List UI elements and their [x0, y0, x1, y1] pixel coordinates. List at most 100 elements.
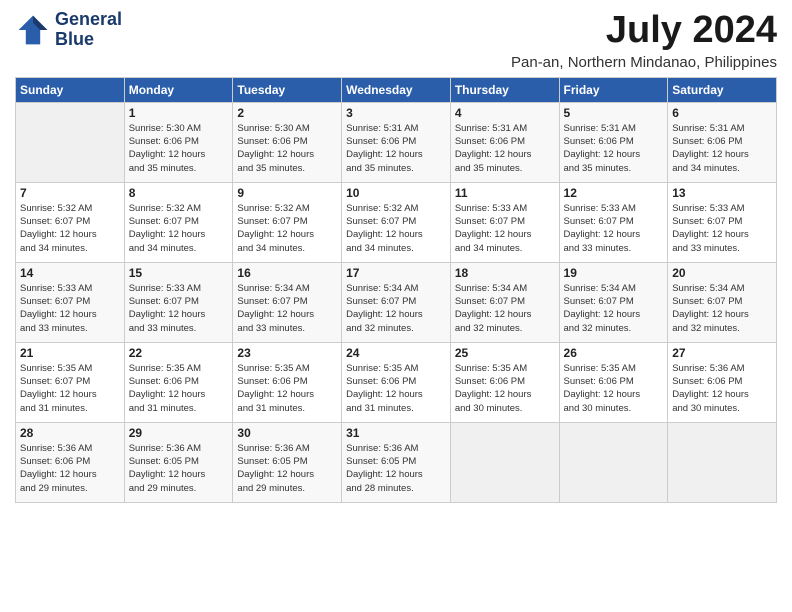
calendar-cell: 10Sunrise: 5:32 AM Sunset: 6:07 PM Dayli… — [342, 182, 451, 262]
day-number: 9 — [237, 186, 337, 200]
calendar-table: SundayMondayTuesdayWednesdayThursdayFrid… — [15, 77, 777, 503]
logo-icon — [15, 12, 51, 48]
calendar-cell: 4 Sunrise: 5:31 AM Sunset: 6:06 PM Daylig… — [450, 102, 559, 182]
day-number: 22 — [129, 346, 229, 360]
calendar-cell: 13 Sunrise: 5:33 AM Sunset: 6:07 PM Dayli… — [668, 182, 777, 262]
calendar-cell: 17 Sunrise: 5:34 AM Sunset: 6:07 PM Dayli… — [342, 262, 451, 342]
day-number: 17 — [346, 266, 446, 280]
day-number: 7 — [20, 186, 120, 200]
title-block: July 2024 Pan-an, Northern Mindanao, Phi… — [511, 10, 777, 71]
cell-sun-info: Sunrise: 5:32 AM Sunset: 6:07 PM Dayligh… — [237, 202, 337, 255]
cell-sun-info: Sunrise: 5:31 AM Sunset: 6:06 PM Dayligh… — [672, 122, 772, 175]
cell-sun-info: Sunrise: 5:36 AM Sunset: 6:05 PM Dayligh… — [237, 442, 337, 495]
cell-sun-info: Sunrise: 5:31 AM Sunset: 6:06 PM Dayligh… — [564, 122, 664, 175]
cell-sun-info: Sunrise: 5:35 AM Sunset: 6:06 PM Dayligh… — [237, 362, 337, 415]
calendar-cell: 26Sunrise: 5:35 AM Sunset: 6:06 PM Dayli… — [559, 342, 668, 422]
calendar-cell: 1Sunrise: 5:30 AM Sunset: 6:06 PM Daylig… — [124, 102, 233, 182]
calendar-cell: 18 Sunrise: 5:34 AM Sunset: 6:07 PM Dayli… — [450, 262, 559, 342]
calendar-cell: 8 Sunrise: 5:32 AM Sunset: 6:07 PM Daylig… — [124, 182, 233, 262]
calendar-cell: 20Sunrise: 5:34 AM Sunset: 6:07 PM Dayli… — [668, 262, 777, 342]
cell-sun-info: Sunrise: 5:36 AM Sunset: 6:05 PM Dayligh… — [346, 442, 446, 495]
cell-sun-info: Sunrise: 5:34 AM Sunset: 6:07 PM Dayligh… — [346, 282, 446, 335]
week-row-5: 28Sunrise: 5:36 AM Sunset: 6:06 PM Dayli… — [16, 422, 777, 502]
cell-sun-info: Sunrise: 5:30 AM Sunset: 6:06 PM Dayligh… — [237, 122, 337, 175]
calendar-cell: 12 Sunrise: 5:33 AM Sunset: 6:07 PM Dayli… — [559, 182, 668, 262]
cell-sun-info: Sunrise: 5:35 AM Sunset: 6:06 PM Dayligh… — [455, 362, 555, 415]
cell-sun-info: Sunrise: 5:32 AM Sunset: 6:07 PM Dayligh… — [129, 202, 229, 255]
location-title: Pan-an, Northern Mindanao, Philippines — [511, 54, 777, 71]
day-number: 24 — [346, 346, 446, 360]
calendar-cell: 15Sunrise: 5:33 AM Sunset: 6:07 PM Dayli… — [124, 262, 233, 342]
calendar-cell: 3 Sunrise: 5:31 AM Sunset: 6:06 PM Daylig… — [342, 102, 451, 182]
calendar-cell: 31 Sunrise: 5:36 AM Sunset: 6:05 PM Dayli… — [342, 422, 451, 502]
day-number: 11 — [455, 186, 555, 200]
day-number: 18 — [455, 266, 555, 280]
header-day-monday: Monday — [124, 77, 233, 102]
header-day-saturday: Saturday — [668, 77, 777, 102]
calendar-cell: 21Sunrise: 5:35 AM Sunset: 6:07 PM Dayli… — [16, 342, 125, 422]
day-number: 27 — [672, 346, 772, 360]
day-number: 3 — [346, 106, 446, 120]
day-number: 6 — [672, 106, 772, 120]
cell-sun-info: Sunrise: 5:34 AM Sunset: 6:07 PM Dayligh… — [455, 282, 555, 335]
calendar-cell: 28Sunrise: 5:36 AM Sunset: 6:06 PM Dayli… — [16, 422, 125, 502]
cell-sun-info: Sunrise: 5:31 AM Sunset: 6:06 PM Dayligh… — [346, 122, 446, 175]
cell-sun-info: Sunrise: 5:32 AM Sunset: 6:07 PM Dayligh… — [346, 202, 446, 255]
cell-sun-info: Sunrise: 5:32 AM Sunset: 6:07 PM Dayligh… — [20, 202, 120, 255]
day-number: 16 — [237, 266, 337, 280]
header-day-thursday: Thursday — [450, 77, 559, 102]
cell-sun-info: Sunrise: 5:35 AM Sunset: 6:06 PM Dayligh… — [346, 362, 446, 415]
day-number: 30 — [237, 426, 337, 440]
cell-sun-info: Sunrise: 5:33 AM Sunset: 6:07 PM Dayligh… — [20, 282, 120, 335]
day-number: 26 — [564, 346, 664, 360]
week-row-3: 14 Sunrise: 5:33 AM Sunset: 6:07 PM Dayli… — [16, 262, 777, 342]
logo: General Blue — [15, 10, 122, 50]
cell-sun-info: Sunrise: 5:31 AM Sunset: 6:06 PM Dayligh… — [455, 122, 555, 175]
calendar-cell: 19 Sunrise: 5:34 AM Sunset: 6:07 PM Dayli… — [559, 262, 668, 342]
month-title: July 2024 — [511, 10, 777, 52]
calendar-cell: 25 Sunrise: 5:35 AM Sunset: 6:06 PM Dayli… — [450, 342, 559, 422]
cell-sun-info: Sunrise: 5:34 AM Sunset: 6:07 PM Dayligh… — [672, 282, 772, 335]
day-number: 12 — [564, 186, 664, 200]
day-number: 31 — [346, 426, 446, 440]
header-day-tuesday: Tuesday — [233, 77, 342, 102]
day-number: 1 — [129, 106, 229, 120]
calendar-cell: 2 Sunrise: 5:30 AM Sunset: 6:06 PM Daylig… — [233, 102, 342, 182]
week-row-1: 1 Sunrise: 5:30 AM Sunset: 6:06 PM Daylig… — [16, 102, 777, 182]
day-number: 19 — [564, 266, 664, 280]
week-row-2: 7 Sunrise: 5:32 AM Sunset: 6:07 PM Daylig… — [16, 182, 777, 262]
calendar-cell: 29 Sunrise: 5:36 AM Sunset: 6:05 PM Dayli… — [124, 422, 233, 502]
header-day-friday: Friday — [559, 77, 668, 102]
calendar-cell: 22 Sunrise: 5:35 AM Sunset: 6:06 PM Dayli… — [124, 342, 233, 422]
calendar-cell: 9 Sunrise: 5:32 AM Sunset: 6:07 PM Daylig… — [233, 182, 342, 262]
day-number: 14 — [20, 266, 120, 280]
cell-sun-info: Sunrise: 5:35 AM Sunset: 6:06 PM Dayligh… — [129, 362, 229, 415]
cell-sun-info: Sunrise: 5:34 AM Sunset: 6:07 PM Dayligh… — [564, 282, 664, 335]
cell-sun-info: Sunrise: 5:33 AM Sunset: 6:07 PM Dayligh… — [672, 202, 772, 255]
calendar-cell: 24 Sunrise: 5:35 AM Sunset: 6:06 PM Dayli… — [342, 342, 451, 422]
calendar-cell: 14 Sunrise: 5:33 AM Sunset: 6:07 PM Dayli… — [16, 262, 125, 342]
day-number: 15 — [129, 266, 229, 280]
week-row-4: 21Sunrise: 5:35 AM Sunset: 6:07 PM Dayli… — [16, 342, 777, 422]
cell-sun-info: Sunrise: 5:35 AM Sunset: 6:07 PM Dayligh… — [20, 362, 120, 415]
cell-sun-info: Sunrise: 5:33 AM Sunset: 6:07 PM Dayligh… — [564, 202, 664, 255]
cell-sun-info: Sunrise: 5:36 AM Sunset: 6:06 PM Dayligh… — [20, 442, 120, 495]
day-number: 8 — [129, 186, 229, 200]
header-day-wednesday: Wednesday — [342, 77, 451, 102]
day-number: 13 — [672, 186, 772, 200]
day-number: 25 — [455, 346, 555, 360]
cell-sun-info: Sunrise: 5:34 AM Sunset: 6:07 PM Dayligh… — [237, 282, 337, 335]
calendar-header-row: SundayMondayTuesdayWednesdayThursdayFrid… — [16, 77, 777, 102]
calendar-cell: 16 Sunrise: 5:34 AM Sunset: 6:07 PM Dayli… — [233, 262, 342, 342]
cell-sun-info: Sunrise: 5:36 AM Sunset: 6:06 PM Dayligh… — [672, 362, 772, 415]
calendar-cell: 11 Sunrise: 5:33 AM Sunset: 6:07 PM Dayli… — [450, 182, 559, 262]
day-number: 2 — [237, 106, 337, 120]
day-number: 23 — [237, 346, 337, 360]
day-number: 29 — [129, 426, 229, 440]
cell-sun-info: Sunrise: 5:33 AM Sunset: 6:07 PM Dayligh… — [455, 202, 555, 255]
day-number: 5 — [564, 106, 664, 120]
calendar-cell: 5 Sunrise: 5:31 AM Sunset: 6:06 PM Daylig… — [559, 102, 668, 182]
calendar-cell: 23 Sunrise: 5:35 AM Sunset: 6:06 PM Dayli… — [233, 342, 342, 422]
day-number: 4 — [455, 106, 555, 120]
cell-sun-info: Sunrise: 5:36 AM Sunset: 6:05 PM Dayligh… — [129, 442, 229, 495]
